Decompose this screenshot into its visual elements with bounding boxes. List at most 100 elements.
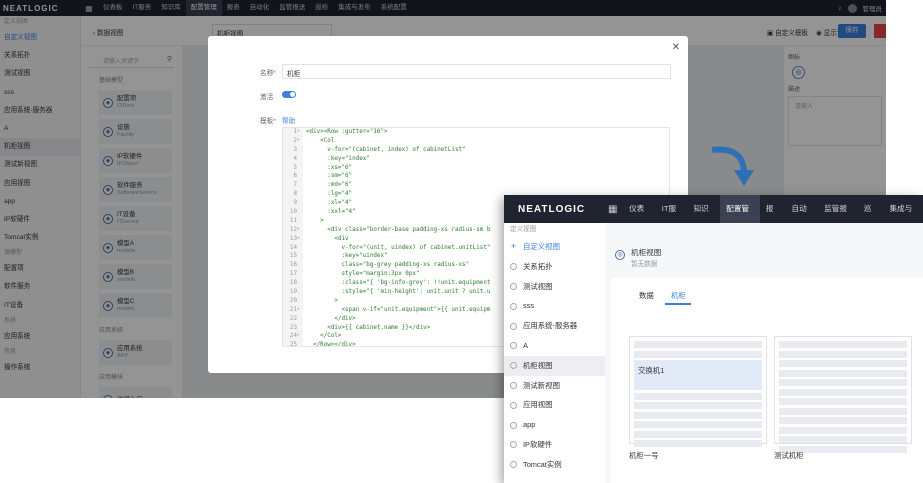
preview-menu-item[interactable]: 自动化 [786,195,819,241]
template-label-text: 模板 [260,118,274,125]
code-line: 2 ▾ <Col [283,137,669,146]
name-field-label: 名称* [260,67,276,77]
fold-arrow-icon[interactable]: ▾ [297,128,302,137]
fold-arrow-icon[interactable]: ▾ [297,226,302,235]
cabinet-unit [634,430,762,438]
line-number: 22 [289,315,297,322]
line-number: 11 [289,217,297,224]
preview-sidebar-item[interactable]: IP软硬件 [504,435,605,455]
line-number: 2 [293,137,297,144]
preview-menu-item[interactable]: 仪表板 [623,195,656,241]
cabinet-unit [779,426,907,434]
code-text: > [306,297,338,304]
line-number: 24 [289,333,297,340]
circle-icon [510,282,517,290]
cabinet-unit [779,436,907,443]
preview-sidebar-item[interactable]: 应用视图 [504,395,605,415]
line-number: 6 [293,173,297,180]
preview-sidebar-label: 关系拓扑 [523,261,553,271]
code-text: <Col [306,137,335,144]
tab-data[interactable]: 数据 [639,290,654,301]
preview-sidebar-label: 测试视图 [523,281,553,291]
line-number: 25 [289,342,297,347]
preview-sidebar-item[interactable]: + 自定义视图 [504,237,605,257]
preview-sidebar-item[interactable]: app [504,415,605,435]
cabinet-unit [779,369,907,377]
preview-menu-item[interactable]: IT服务 [656,195,688,241]
line-number: 14 [289,244,297,251]
preview-menu-item[interactable]: 巡检 [858,195,884,241]
cabinet-unit [634,341,762,348]
code-text: <div><Row :gutter="16"> [306,129,388,135]
preview-sidebar-label: Tomcat实例 [523,459,562,469]
cabinet-unit [634,402,762,409]
preview-menu-item[interactable]: 配置管理 [720,195,760,241]
preview-sidebar-item[interactable]: 机柜视图 [504,355,605,376]
preview-logo: NEATLOGIC [518,203,586,215]
line-number: 3 [293,146,297,153]
preview-sidebar-item[interactable]: 测试视图 [504,277,605,297]
help-link[interactable]: 帮助 [282,115,295,125]
preview-menu-item[interactable]: 报表 [760,195,786,241]
result-preview: NEATLOGIC ▦ 仪表板IT服务知识库配置管理报表自动化监管报送巡检集成与… [504,195,923,483]
code-text: :lg="4" [306,191,353,198]
preview-sidebar-item[interactable]: A [504,336,605,356]
circle-icon [510,362,517,370]
fold-arrow-icon[interactable]: ▾ [297,235,302,244]
close-icon[interactable]: ✕ [672,42,680,53]
required-mark: * [273,70,276,77]
line-number: 19 [289,289,297,296]
fold-arrow-icon[interactable]: ▾ [297,332,302,341]
preview-menu-item[interactable]: 集成与发 [883,195,923,241]
code-text: :xl="4" [306,200,353,207]
cabinet-unit [634,350,762,358]
name-label-text: 名称 [260,70,274,77]
fold-arrow-icon[interactable]: ▾ [297,306,302,315]
active-toggle[interactable] [282,91,296,98]
code-text: v-for="(cabinet, index) of cabinetList" [306,146,466,153]
preview-menu-item[interactable]: 知识库 [688,195,721,241]
line-number: 5 [293,164,297,171]
preview-sidebar-item[interactable]: Tomcat实例 [504,455,605,475]
line-number: 20 [289,297,297,304]
code-text: :key="uindex" [306,253,388,260]
circle-icon [510,401,517,409]
line-number: 16 [289,262,297,269]
tab-cabinet[interactable]: 机柜 [671,290,686,301]
circle-icon [510,441,517,449]
apps-grid-icon[interactable]: ▦ [602,204,623,215]
preview-sidebar-label: 应用系统-服务器 [523,321,578,331]
preview-sidebar-label: 自定义视图 [523,242,560,251]
name-field[interactable]: 机柜 [282,64,671,79]
code-text: <div>{{ cabinet.name }}</div> [306,324,431,331]
preview-sidebar-item[interactable]: 关系拓扑 [504,257,605,277]
line-number: 23 [289,324,297,331]
preview-sidebar-item[interactable]: 测试新视图 [504,376,605,396]
line-number: 18 [289,280,297,287]
circle-icon [510,263,517,271]
code-text: :xs="6" [306,164,353,171]
equipment-unit[interactable]: 交换机1 [634,360,762,390]
template-label: 模板* [260,115,276,125]
preview-sidebar-label: A [523,340,528,350]
code-line: 6 :sm="6" [283,172,669,181]
preview-menu-item[interactable]: 监管报送 [818,195,858,241]
code-line: 5 :xs="6" [283,164,669,173]
preview-sidebar-item[interactable]: 应用系统-服务器 [504,316,605,336]
preview-sidebar-label: sss [523,301,535,311]
view-card: 数据 机柜 交换机1 机柜一号 测试机柜 [611,278,923,483]
preview-sidebar-item[interactable]: sss [504,296,605,316]
line-number: 4 [293,155,297,162]
code-text: </Col> [306,333,342,340]
cabinet-name: 测试机柜 [774,451,804,460]
circle-icon [510,322,517,330]
circle-icon [510,381,517,389]
active-tab-indicator [665,303,691,305]
code-text: <div [306,235,349,242]
fold-arrow-icon[interactable]: ▾ [297,137,302,146]
line-number: 1 [293,129,297,135]
line-number: 21 [289,306,297,313]
cabinet-name: 机柜一号 [629,451,659,460]
code-text: </Row></div> [306,342,356,347]
circle-icon [510,302,517,310]
